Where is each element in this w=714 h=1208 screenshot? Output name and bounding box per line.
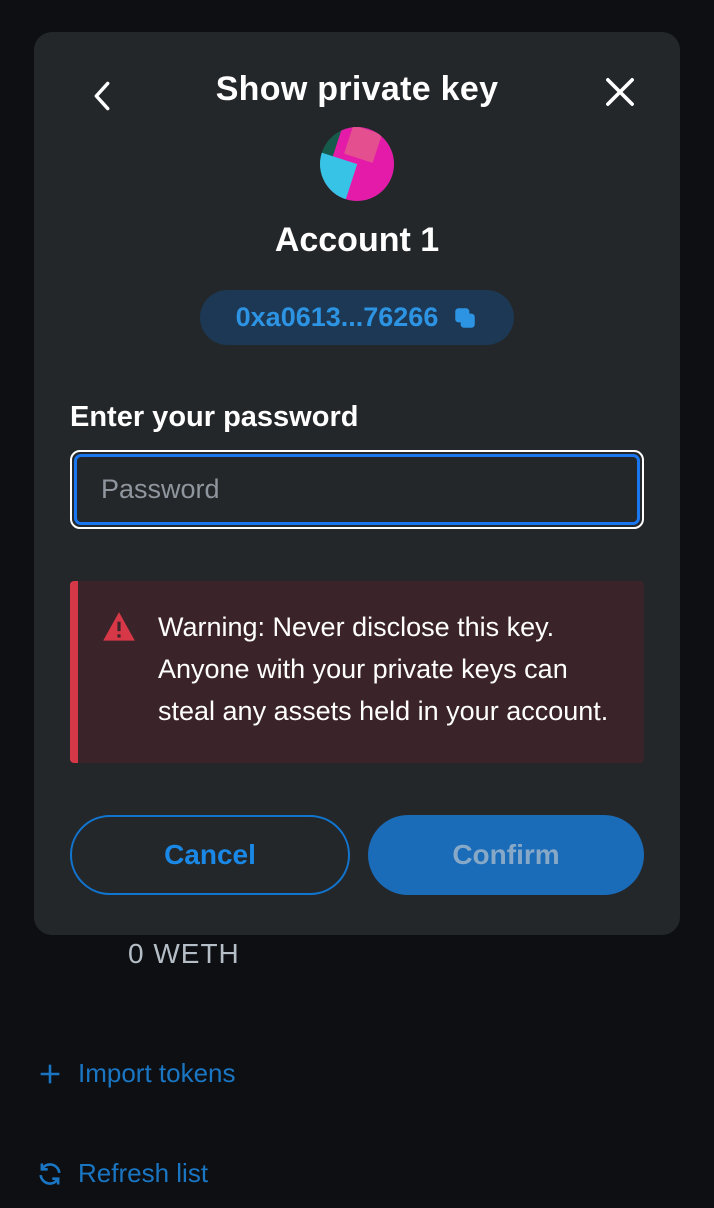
password-label: Enter your password [70,401,644,434]
button-row: Cancel Confirm [70,815,644,895]
chevron-left-icon [92,80,112,112]
password-input[interactable] [74,454,640,525]
confirm-button[interactable]: Confirm [368,815,644,895]
back-button[interactable] [82,76,122,116]
close-button[interactable] [598,70,642,114]
warning-banner: Warning: Never disclose this key. Anyone… [70,581,644,763]
plus-icon [36,1060,64,1088]
import-tokens-label: Import tokens [78,1058,236,1089]
password-field-wrap [70,450,644,529]
cancel-button[interactable]: Cancel [70,815,350,895]
copy-icon [452,305,478,331]
modal-header: Show private key [70,70,644,109]
show-private-key-modal: Show private key Account 1 0xa0613...762… [34,32,680,935]
close-icon [603,75,637,109]
account-address-text: 0xa0613...76266 [236,302,439,333]
refresh-list-label: Refresh list [78,1158,208,1189]
refresh-icon [36,1160,64,1188]
warning-text: Warning: Never disclose this key. Anyone… [158,607,616,733]
refresh-list-link[interactable]: Refresh list [36,1158,208,1189]
modal-title: Show private key [70,70,644,109]
account-name: Account 1 [70,221,644,260]
warning-triangle-icon [100,609,138,647]
token-balance-text: 0 WETH [128,938,240,970]
import-tokens-link[interactable]: Import tokens [36,1058,236,1089]
account-avatar [320,127,394,201]
copy-address-button[interactable]: 0xa0613...76266 [200,290,515,345]
